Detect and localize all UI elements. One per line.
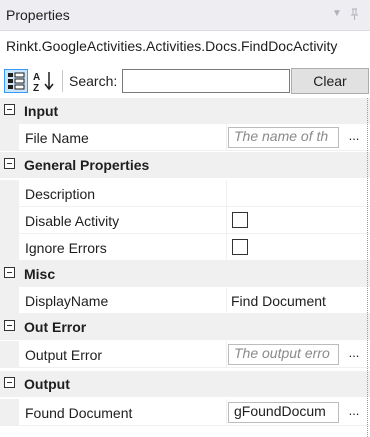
category-label: Misc	[24, 266, 56, 282]
output-error-input[interactable]: The output erro	[228, 344, 339, 365]
display-name-value[interactable]: Find Document	[231, 293, 326, 309]
property-row-disable-activity: Disable Activity	[0, 207, 370, 234]
category-general-properties[interactable]: General Properties	[0, 152, 370, 178]
collapse-icon[interactable]	[4, 377, 15, 388]
property-row-file-name: File Name The name of th ...	[0, 124, 370, 151]
property-name: Ignore Errors	[25, 240, 107, 256]
svg-text:A: A	[33, 72, 40, 83]
category-label: Input	[24, 103, 59, 119]
dropdown-arrow-icon[interactable]: ▼	[332, 8, 342, 19]
ellipsis-button[interactable]: ...	[343, 345, 365, 364]
collapse-icon[interactable]	[4, 267, 15, 278]
property-row-output-error: Output Error The output erro ...	[0, 341, 370, 368]
property-toolbar: A Z Search: Clear	[0, 66, 370, 96]
alphabetical-view-button[interactable]: A Z	[32, 69, 56, 94]
categorized-view-icon	[8, 72, 25, 90]
category-label: Out Error	[24, 319, 87, 335]
svg-text:Z: Z	[33, 83, 39, 93]
collapse-icon[interactable]	[4, 320, 15, 331]
category-out-error[interactable]: Out Error	[0, 314, 370, 340]
property-name: File Name	[25, 130, 89, 146]
category-label: Output	[24, 376, 70, 392]
property-row-ignore-errors: Ignore Errors	[0, 234, 370, 261]
property-name: DisplayName	[25, 293, 109, 309]
property-name: Description	[25, 186, 96, 202]
property-row-display-name: DisplayName Find Document	[0, 287, 370, 314]
pin-icon[interactable]	[350, 8, 359, 23]
panel-titlebar: Properties ▼	[0, 0, 370, 31]
categorized-view-button[interactable]	[4, 69, 28, 93]
category-label: General Properties	[24, 157, 150, 173]
ellipsis-button[interactable]: ...	[343, 128, 365, 147]
clear-button[interactable]: Clear	[291, 68, 369, 94]
file-name-input[interactable]: The name of th	[228, 127, 339, 148]
property-row-description: Description	[0, 180, 370, 207]
ellipsis-button[interactable]: ...	[343, 403, 365, 422]
collapse-icon[interactable]	[4, 158, 15, 169]
property-name: Found Document	[25, 405, 133, 421]
toolbar-separator	[62, 70, 63, 92]
property-row-found-document: Found Document gFoundDocum ...	[0, 399, 370, 426]
property-name: Output Error	[25, 347, 103, 363]
property-name: Disable Activity	[25, 213, 120, 229]
ignore-errors-checkbox[interactable]	[232, 239, 248, 255]
collapse-icon[interactable]	[4, 104, 15, 115]
category-output[interactable]: Output	[0, 371, 370, 397]
sort-az-icon: A Z	[33, 72, 54, 94]
category-misc[interactable]: Misc	[0, 261, 370, 287]
panel-title: Properties	[6, 7, 70, 23]
selected-object-name: Rinkt.GoogleActivities.Activities.Docs.F…	[6, 38, 338, 54]
search-label: Search:	[69, 73, 118, 89]
found-document-input[interactable]: gFoundDocum	[228, 402, 339, 423]
grid-right-border	[367, 98, 368, 437]
search-input[interactable]	[122, 69, 290, 93]
disable-activity-checkbox[interactable]	[232, 212, 248, 228]
category-input[interactable]: Input	[0, 98, 370, 124]
description-value[interactable]	[228, 182, 368, 205]
